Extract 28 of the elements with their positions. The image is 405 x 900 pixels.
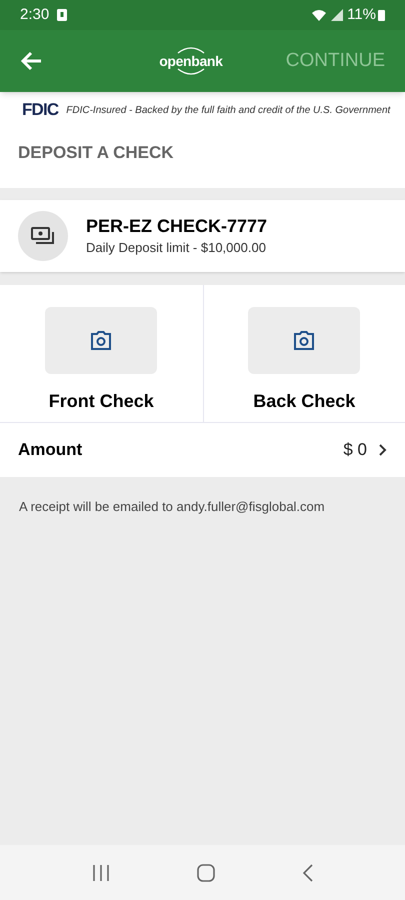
page-title: DEPOSIT A CHECK <box>18 143 174 162</box>
camera-icon <box>90 330 112 350</box>
status-time: 2:30 <box>20 4 50 25</box>
back-button[interactable] <box>20 49 44 73</box>
receipt-note: A receipt will be emailed to andy.fuller@fisglobal.com <box>19 499 325 514</box>
battery-icon <box>378 9 385 21</box>
account-name: PER-EZ CHECK-7777 <box>86 215 268 238</box>
camera-button[interactable] <box>248 307 360 374</box>
camera-icon <box>293 330 316 350</box>
signal-icon <box>331 9 344 21</box>
amount-value: $ 0 <box>343 439 367 462</box>
capture-label: Front Check <box>48 390 154 413</box>
capture-label: Back Check <box>253 390 356 413</box>
recents-icon[interactable] <box>92 864 110 880</box>
amount-label: Amount <box>18 439 84 462</box>
camera-button[interactable] <box>45 307 158 374</box>
amount-row[interactable]: Amount $ 0 <box>0 423 405 477</box>
back-arrow-icon <box>20 51 42 71</box>
cash-icon <box>18 211 68 261</box>
battery-level: 11% <box>347 4 376 25</box>
account-card[interactable]: PER-EZ CHECK-7777 Daily Deposit limit - $10,000.00 <box>0 200 405 272</box>
back-nav-icon[interactable] <box>303 864 314 882</box>
wifi-icon <box>311 9 328 21</box>
chevron-right-icon <box>379 444 387 456</box>
fdic-notice: FDIC-Insured - Backed by the full faith and credit of the U.S. Government <box>66 104 390 118</box>
deposit-limit: Daily Deposit limit - $10,000.00 <box>86 239 267 258</box>
fdic-logo: FDIC <box>22 99 58 122</box>
home-icon[interactable] <box>197 864 216 882</box>
